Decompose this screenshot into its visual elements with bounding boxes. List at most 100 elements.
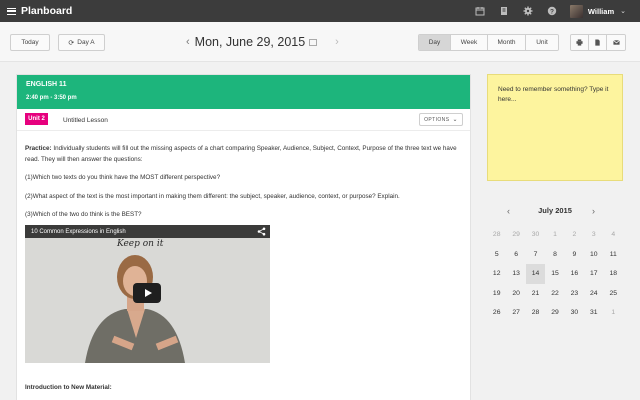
calendar-day[interactable]: 10	[584, 245, 603, 265]
calendar-day[interactable]: 18	[604, 264, 623, 284]
options-button[interactable]: OPTIONS ⌄	[419, 113, 463, 126]
calendar-day[interactable]: 7	[526, 245, 545, 265]
calendar-day[interactable]: 25	[604, 284, 623, 304]
lesson-title[interactable]: Untitled Lesson	[63, 117, 108, 124]
view-day-button[interactable]: Day	[419, 35, 451, 50]
calendar-week-row: 28 29 30 1 2 3 4	[487, 225, 623, 245]
lesson-content[interactable]: Practice: Individually students will fil…	[17, 131, 470, 221]
document-icon[interactable]	[589, 35, 607, 50]
share-icon[interactable]	[257, 227, 266, 236]
avatar[interactable]	[569, 4, 583, 18]
mini-calendar-header: July 2015 ‹ ›	[487, 203, 623, 219]
chevron-down-icon: ⌄	[452, 117, 458, 123]
calendar-day[interactable]: 8	[545, 245, 564, 265]
class-name: ENGLISH 11	[26, 81, 67, 88]
calendar-week-row: 5 6 7 8 9 10 11	[487, 245, 623, 265]
lesson-header[interactable]: ENGLISH 11 2:40 pm - 3:50 pm	[17, 75, 470, 109]
lesson-subheader: Unit 2 Untitled Lesson OPTIONS ⌄	[17, 109, 470, 131]
calendar-day[interactable]: 3	[584, 225, 603, 245]
question-1: (1)Which two texts do you think have the…	[25, 174, 221, 181]
calendar-day[interactable]: 23	[565, 284, 584, 304]
class-time: 2:40 pm - 3:50 pm	[26, 95, 77, 101]
calendar-day[interactable]: 31	[584, 303, 603, 323]
practice-paragraph: Practice: Individually students will fil…	[25, 144, 462, 165]
calendar-day[interactable]: 22	[545, 284, 564, 304]
gear-icon[interactable]	[521, 4, 535, 18]
calendar-day[interactable]: 14	[525, 264, 546, 284]
view-unit-button[interactable]: Unit	[526, 35, 558, 50]
chevron-down-icon[interactable]: ⌄	[620, 7, 626, 15]
calendar-day[interactable]: 30	[526, 225, 545, 245]
calendar-day[interactable]: 28	[526, 303, 545, 323]
calendar-day[interactable]: 1	[545, 225, 564, 245]
next-month-icon[interactable]: ›	[592, 206, 595, 216]
calendar-day[interactable]: 24	[584, 284, 603, 304]
calendar-day[interactable]: 15	[545, 264, 564, 284]
calendar-day[interactable]: 30	[565, 303, 584, 323]
help-icon[interactable]: ?	[545, 4, 559, 18]
current-date: Mon, June 29, 2015	[194, 35, 306, 49]
day-cycle-label: Day A	[77, 39, 95, 46]
today-button[interactable]: Today	[10, 34, 50, 51]
calendar-day[interactable]: 2	[565, 225, 584, 245]
question-2: (2)What aspect of the text is the most i…	[25, 192, 400, 200]
date-picker-icon[interactable]	[309, 38, 318, 46]
calendar-day[interactable]: 29	[545, 303, 564, 323]
calendar-day[interactable]: 4	[604, 225, 623, 245]
calendar-day[interactable]: 17	[584, 264, 603, 284]
calendar-day[interactable]: 26	[487, 303, 506, 323]
view-week-button[interactable]: Week	[451, 35, 488, 50]
date-navigator: ‹ Mon, June 29, 2015 ›	[186, 32, 339, 52]
intro-heading: Introduction to New Material:	[25, 384, 112, 391]
video-title-bar: 10 Common Expressions in English	[25, 225, 270, 238]
calendar-icon[interactable]	[473, 4, 487, 18]
calendar-day[interactable]: 9	[565, 245, 584, 265]
calendar-day[interactable]: 20	[506, 284, 525, 304]
video-title: 10 Common Expressions in English	[31, 228, 126, 235]
calendar-day[interactable]: 13	[506, 264, 525, 284]
user-name[interactable]: William	[588, 7, 614, 16]
top-bar: Planboard ? William ⌄	[0, 0, 640, 22]
email-icon[interactable]	[607, 35, 625, 50]
mini-calendar-grid: 28 29 30 1 2 3 4 5 6 7 8 9 10 11 12 13 14 15 16 17 18 19 20 21 2…	[487, 225, 623, 323]
calendar-day[interactable]: 6	[506, 245, 525, 265]
calendar-week-row: 12 13 14 15 16 17 18	[487, 264, 623, 284]
options-label: OPTIONS	[424, 116, 450, 123]
day-cycle-button[interactable]: ⟳ Day A	[58, 34, 105, 51]
calendar-day[interactable]: 28	[487, 225, 506, 245]
toolbar: Today ⟳ Day A ‹ Mon, June 29, 2015 › Day…	[0, 22, 640, 62]
refresh-icon: ⟳	[68, 39, 75, 47]
prev-month-icon[interactable]: ‹	[507, 206, 510, 216]
svg-text:?: ?	[550, 8, 554, 15]
view-month-button[interactable]: Month	[488, 35, 526, 50]
calendar-day[interactable]: 29	[506, 225, 525, 245]
video-thumbnail-person	[85, 255, 185, 363]
unit-badge[interactable]: Unit 2	[25, 113, 48, 125]
calendar-day[interactable]: 1	[604, 303, 623, 323]
prev-day-icon[interactable]: ‹	[186, 36, 190, 48]
lesson-card: ENGLISH 11 2:40 pm - 3:50 pm Unit 2 Unti…	[16, 74, 471, 400]
app-title: Planboard	[21, 5, 73, 17]
calendar-day[interactable]: 27	[506, 303, 525, 323]
calendar-day[interactable]: 11	[604, 245, 623, 265]
calendar-day[interactable]: 16	[565, 264, 584, 284]
action-buttons	[570, 34, 626, 51]
calendar-day[interactable]: 12	[487, 264, 506, 284]
view-switcher: Day Week Month Unit	[418, 34, 559, 51]
next-day-icon[interactable]: ›	[335, 36, 339, 48]
calendar-day[interactable]: 19	[487, 284, 506, 304]
sticky-note[interactable]: Need to remember something? Type it here…	[487, 74, 623, 181]
embedded-video[interactable]: Keep on it 10 Common Expressions in Engl…	[25, 225, 270, 363]
practice-text: Individually students will fill out the …	[25, 145, 457, 163]
print-icon[interactable]	[571, 35, 589, 50]
calendar-day[interactable]: 21	[526, 284, 545, 304]
practice-label: Practice:	[25, 145, 52, 152]
question-3: (3)Which of the two do think is the BEST…	[25, 211, 142, 218]
book-icon[interactable]	[497, 4, 511, 18]
calendar-day[interactable]: 5	[487, 245, 506, 265]
calendar-week-row: 19 20 21 22 23 24 25	[487, 284, 623, 304]
menu-icon[interactable]	[0, 0, 22, 22]
top-icons: ? William ⌄	[468, 0, 640, 22]
play-icon[interactable]	[133, 283, 161, 303]
calendar-week-row: 26 27 28 29 30 31 1	[487, 303, 623, 323]
